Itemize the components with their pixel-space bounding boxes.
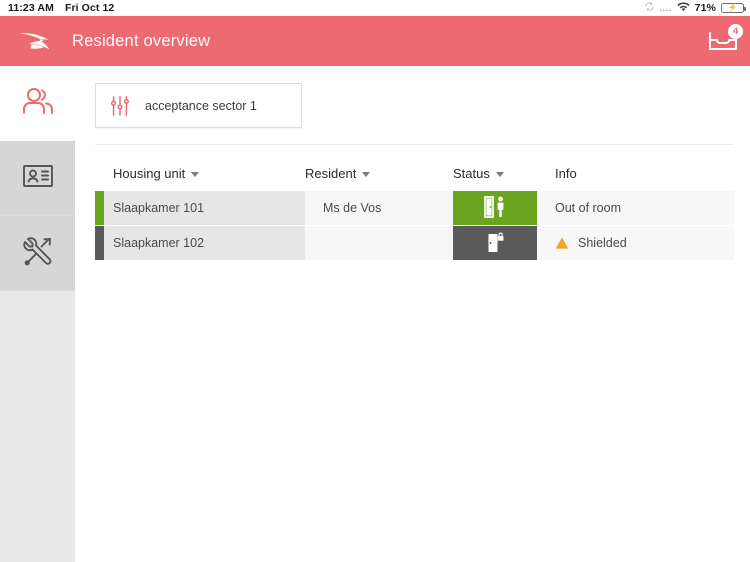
table-header-housing-unit[interactable]: Housing unit [95,166,305,181]
table-header-info: Info [537,166,734,181]
cell-info: Out of room [537,191,734,225]
status-bar-date: Fri Oct 12 [64,2,115,14]
cell-info: Shielded [537,226,734,260]
filter-chip-acceptance-sector[interactable]: acceptance sector 1 [95,83,302,128]
table-row[interactable]: Slaapkamer 101 Ms de Vos Out of room [95,191,734,226]
table-header-resident[interactable]: Resident [305,166,453,181]
cell-status[interactable] [453,191,537,225]
inbox-badge-count: 4 [728,24,743,39]
table-header-housing-unit-label: Housing unit [113,165,186,181]
cell-status[interactable] [453,226,537,260]
row-accent-bar [95,226,104,260]
chevron-down-icon [495,171,504,177]
wifi-icon [677,1,690,15]
table-row[interactable]: Slaapkamer 102 Shielded [95,226,734,261]
left-sidebar [0,66,75,562]
sidebar-item-residents[interactable] [0,66,75,141]
page-title: Resident overview [72,31,211,50]
cell-resident [305,226,453,260]
inbox-tray-icon [706,32,740,60]
sliders-filter-icon [109,95,131,117]
app-header-bar: Resident overview 4 [0,16,750,66]
main-body: acceptance sector 1 Housing unit Residen… [0,66,750,562]
table-header-status[interactable]: Status [453,166,537,181]
resident-table: Housing unit Resident Status Info Slaapk… [95,144,734,261]
inbox-button[interactable]: 4 [696,16,750,66]
chevron-down-icon [362,171,371,177]
tools-icon [22,235,54,272]
battery-percent-label: 71% [694,2,716,14]
warning-triangle-icon [555,236,569,250]
cell-housing-unit: Slaapkamer 102 [104,226,305,260]
cell-info-label: Shielded [578,236,627,250]
table-header-info-label: Info [555,165,577,181]
status-bar-time: 11:23 AM [8,2,54,14]
content-area: acceptance sector 1 Housing unit Residen… [75,66,750,562]
rotation-lock-icon [644,1,655,15]
cell-housing-unit: Slaapkamer 101 [104,191,305,225]
sidebar-item-id-card[interactable] [0,141,75,216]
system-status-bar: 11:23 AM Fri Oct 12 .... 71% ⚡ [0,0,750,16]
two-people-icon [21,86,55,121]
door-open-person-icon [482,195,508,221]
swift-bird-logo [18,24,58,58]
row-accent-bar [95,191,104,225]
door-locked-icon [483,231,507,256]
signal-dots-icon: .... [659,3,672,13]
table-header-resident-label: Resident [305,165,357,181]
table-header-row: Housing unit Resident Status Info [95,155,734,191]
cell-resident: Ms de Vos [305,191,453,225]
sidebar-item-tools[interactable] [0,216,75,291]
battery-charging-icon: ⚡ [721,3,746,13]
cell-info-label: Out of room [555,201,621,215]
chevron-down-icon [191,171,200,177]
id-card-icon [22,163,54,194]
table-header-status-label: Status [453,165,490,181]
filter-chip-label: acceptance sector 1 [145,98,257,113]
